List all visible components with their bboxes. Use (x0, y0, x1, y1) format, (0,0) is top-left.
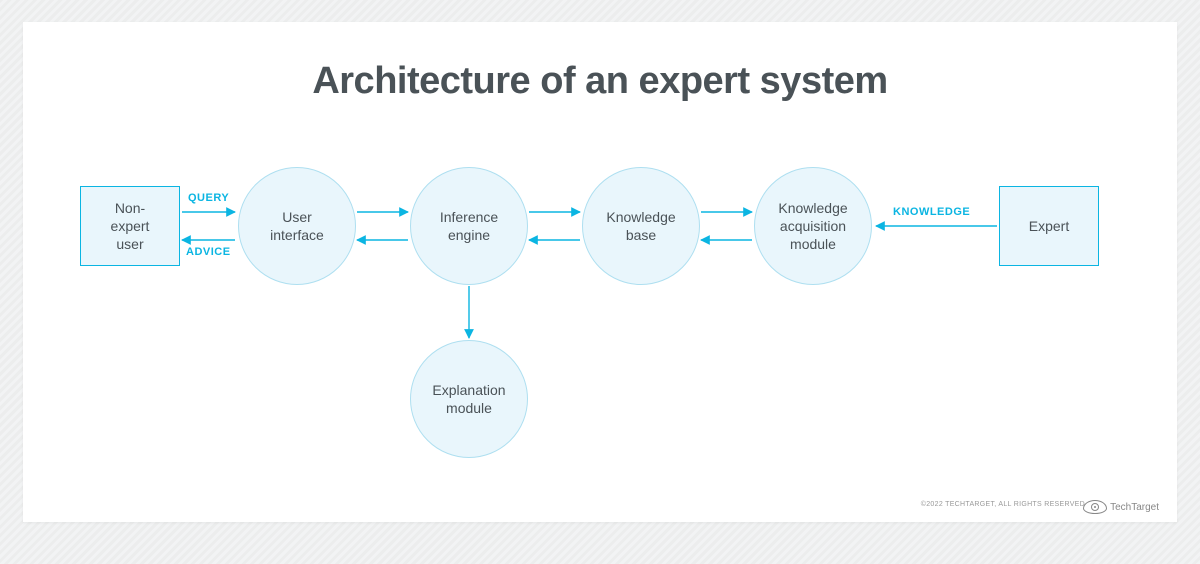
edge-label-advice: ADVICE (186, 246, 231, 258)
node-expert: Expert (999, 186, 1099, 266)
brand-text: TechTarget (1110, 502, 1159, 513)
node-inference-engine: Inferenceengine (410, 167, 528, 285)
node-user-interface: Userinterface (238, 167, 356, 285)
diagram-card: Architecture of an expert system (23, 22, 1177, 522)
node-non-expert-user: Non-expertuser (80, 186, 180, 266)
diagram-stage: Non-expertuser Userinterface Inferenceen… (23, 22, 1177, 522)
node-knowledge-acquisition: Knowledgeacquisitionmodule (754, 167, 872, 285)
arrow-layer (23, 22, 1177, 522)
edge-label-knowledge: KNOWLEDGE (893, 206, 970, 218)
node-explanation-module: Explanationmodule (410, 340, 528, 458)
eye-icon (1083, 500, 1107, 514)
node-knowledge-base: Knowledgebase (582, 167, 700, 285)
techtarget-logo: TechTarget (1083, 500, 1159, 514)
copyright-text: ©2022 TECHTARGET, ALL RIGHTS RESERVED (921, 501, 1085, 508)
edge-label-query: QUERY (188, 192, 229, 204)
